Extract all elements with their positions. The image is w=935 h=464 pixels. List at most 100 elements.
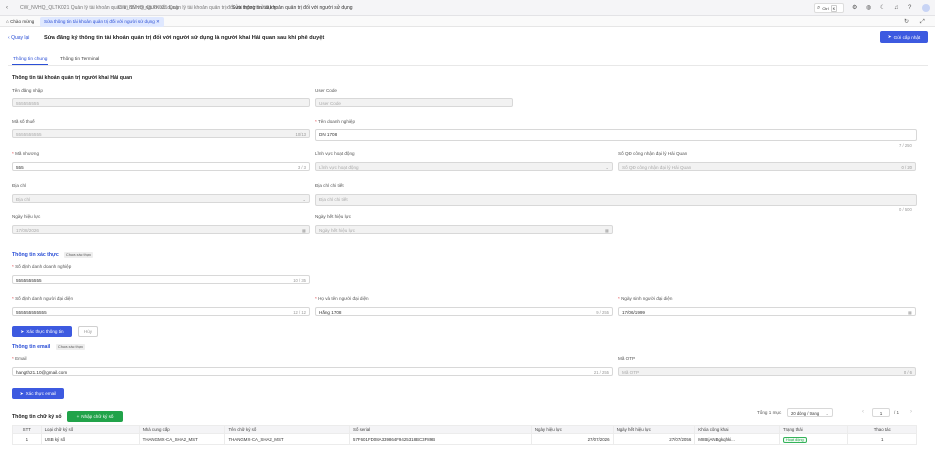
page-title: Sửa đăng ký thông tin tài khoản quản trị… <box>44 35 325 41</box>
expiry-date-input[interactable]: Ngày hết hiệu lực ▦ <box>315 225 613 234</box>
enterprise-id-input[interactable]: 5555555555 10 / 35 <box>12 275 310 284</box>
field-label: Lĩnh vực hoạt động <box>315 151 355 156</box>
address-label: Địa chỉ <box>12 183 27 188</box>
col-provider: Nhà cung cấp <box>138 425 226 434</box>
rep-name-label: * Họ và tên người đại diện <box>315 296 369 301</box>
tab-active[interactable]: Sửa thông tin tài khoản quản trị đối với… <box>40 17 164 27</box>
cell-expiry: 27/07/2056 <box>612 433 696 445</box>
email-status-badge: Chưa xác thực <box>56 344 86 350</box>
email-label: * Email <box>12 356 27 361</box>
theme-icon[interactable]: ☾ <box>880 5 885 11</box>
globe-icon[interactable]: ◍ <box>866 5 871 11</box>
add-signature-button[interactable]: + Nhập chữ ký số <box>67 411 123 422</box>
enterprise-id-label: * Số định danh doanh nghiệp <box>12 264 72 269</box>
back-link[interactable]: ‹ Quay lại <box>8 35 29 41</box>
expiry-label: Ngày hết hiệu lực <box>315 214 352 219</box>
avatar[interactable] <box>922 4 930 12</box>
decision-input[interactable]: Số QĐ công nhận đại lý Hải Quan 0 / 20 <box>618 162 916 171</box>
col-status: Trạng thái <box>779 425 849 434</box>
undo-button[interactable]: Hủy <box>78 326 98 337</box>
send-icon: ➤ <box>19 390 24 396</box>
seal-input[interactable]: 555 3 / 3 <box>12 162 310 171</box>
taxcode-input: 5555555555 10/13 <box>12 129 310 138</box>
page-input[interactable]: 1 <box>872 408 890 417</box>
help-icon[interactable]: ? <box>908 5 911 11</box>
cell-actions[interactable]: 1 <box>847 433 917 445</box>
cell-status: Hoạt động <box>779 433 849 445</box>
verify-info-button[interactable]: ➤ Xác thực thông tin <box>12 326 72 337</box>
refresh-icon[interactable]: ↻ <box>904 19 909 25</box>
company-count: 7 / 250 <box>899 143 912 148</box>
rep-dob-input[interactable]: 17/06/1999 ▦ <box>618 307 916 316</box>
col-public-key: Khóa công khai <box>694 425 781 434</box>
breadcrumb-current: Sửa thông tin tài khoản quản trị đối với… <box>232 5 353 11</box>
page-total: / 1 <box>894 410 900 415</box>
cell-name: THANGMX-CA_SHA2_MST <box>224 433 351 445</box>
page-size-select[interactable]: 20 dòng / trang ⌄ <box>787 408 833 417</box>
address-detail-label: Địa chỉ chi tiết <box>315 183 344 188</box>
address-select[interactable]: Địa chỉ ⌄ <box>12 194 310 203</box>
email-input[interactable]: hangth21.10@gmail.com 21 / 255 <box>12 367 613 376</box>
decision-label: Số QĐ công nhận đại lý Hải Quan <box>618 151 688 156</box>
next-page-icon[interactable]: › <box>910 409 912 415</box>
seal-label: * Mã nhương <box>12 151 40 156</box>
rep-name-input[interactable]: Hằng 1708 9 / 255 <box>315 307 613 316</box>
signature-title: Thông tin chữ ký số <box>12 414 62 420</box>
fullscreen-icon[interactable]: ⤢ <box>920 19 925 25</box>
company-label: * Tên doanh nghiệp <box>315 119 356 124</box>
back-nav-icon[interactable]: ‹ <box>6 5 8 11</box>
send-icon: ➤ <box>887 34 892 39</box>
rep-id-label: * Số định danh người đại diện <box>12 296 74 301</box>
calendar-icon: ▦ <box>908 310 912 315</box>
chevron-down-icon: ⌄ <box>302 197 306 202</box>
col-index: STT <box>12 425 42 434</box>
chevron-down-icon: ⌄ <box>825 411 829 416</box>
calendar-icon: ▦ <box>605 228 609 233</box>
address-detail-count: 0 / 500 <box>899 207 912 212</box>
col-type: Loại chữ ký số <box>40 425 140 434</box>
table-row[interactable]: 1 USB ký số THANGMX-CA_SHA2_MST THANGMX-… <box>12 433 917 445</box>
taxcode-label: Mã số thuế <box>12 119 35 124</box>
chevron-down-icon: ⌄ <box>605 165 609 170</box>
table-header-row: STT Loại chữ ký số Nhà cung cấp Tên chữ … <box>12 425 917 434</box>
usercode-input: User Code <box>315 98 513 107</box>
status-badge: Hoạt động <box>783 436 807 443</box>
section-account-title: Thông tin tài khoản quản trị người khai … <box>12 75 133 81</box>
search-box[interactable]: ⌕ Ctrl K <box>814 3 844 13</box>
otp-input[interactable]: Mã OTP 0 / 6 <box>618 367 916 376</box>
breadcrumb-sep-2: › <box>226 5 228 11</box>
search-icon: ⌕ <box>817 5 821 11</box>
rep-id-input[interactable]: 555555555555 12 / 12 <box>12 307 310 316</box>
prev-page-icon[interactable]: ‹ <box>862 409 864 415</box>
plus-icon: + <box>76 414 80 419</box>
signature-table: STT Loại chữ ký số Nhà cung cấp Tên chữ … <box>12 425 917 445</box>
cell-serial: 57F601FD08A339864F9425318BC3F89B <box>349 433 532 445</box>
tab-terminal[interactable]: Thông tin Terminal <box>60 57 99 62</box>
col-effective: Ngày hiệu lực <box>530 425 614 434</box>
verify-email-button[interactable]: ➤ Xác thực email <box>12 388 64 399</box>
otp-label: Mã OTP <box>618 356 636 361</box>
tab-general[interactable]: Thông tin chung <box>13 57 47 62</box>
col-name: Tên chữ ký số <box>224 425 351 434</box>
cell-type: USB ký số <box>40 433 140 445</box>
bell-icon[interactable]: ♫ <box>894 5 899 11</box>
col-serial: Số serial <box>349 425 532 434</box>
email-title: Thông tin email <box>12 344 51 350</box>
address-detail-input[interactable]: Địa chỉ chi tiết <box>315 194 917 206</box>
cell-public-key: MIIBIjANBgkqhki... <box>694 433 781 445</box>
cell-index: 1 <box>12 433 42 445</box>
send-icon: ➤ <box>20 328 25 334</box>
usercode-label: User Code <box>315 88 337 93</box>
company-input[interactable]: DN 1708 <box>315 129 917 141</box>
calendar-icon: ▦ <box>302 228 306 233</box>
effective-date-input: 17/08/2026 ▦ <box>12 225 310 234</box>
col-expiry: Ngày hết hiệu lực <box>612 425 696 434</box>
col-actions: Thao tác <box>847 425 917 434</box>
rep-dob-label: * Ngày sinh người đại diện <box>618 296 673 301</box>
username-label: Tên đăng nhập <box>12 88 43 93</box>
submit-update-button[interactable]: ➤ Gửi cấp nhật <box>880 31 928 43</box>
tab-home[interactable]: ⌂ Chào mừng <box>2 17 38 27</box>
gear-icon[interactable]: ⚙ <box>852 5 857 11</box>
username-input: 555555555 <box>12 98 310 107</box>
field-select[interactable]: Lĩnh vực hoạt động ⌄ <box>315 162 613 171</box>
